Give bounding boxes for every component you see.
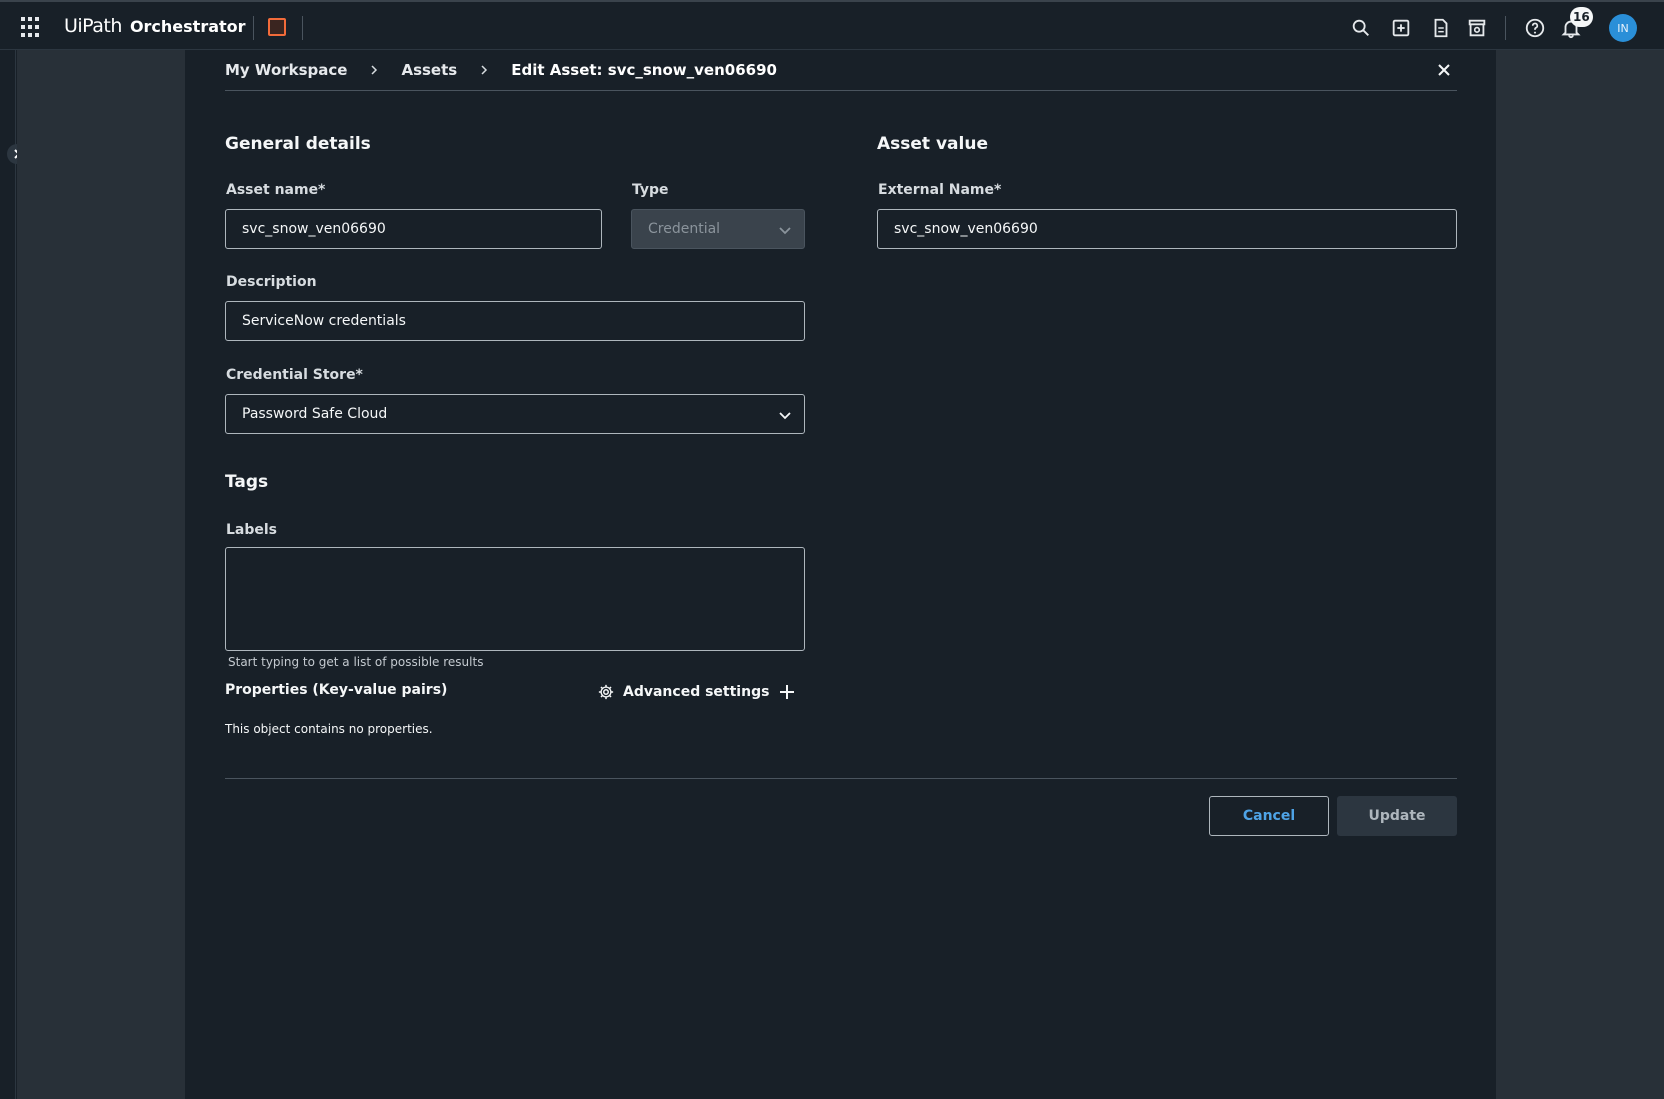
asset-value-title: Asset value [877, 134, 988, 154]
advanced-settings-button[interactable]: Advanced settings [597, 680, 769, 704]
edit-asset-panel: My Workspace Assets Edit Asset: svc_snow… [185, 50, 1496, 1099]
type-value: Credential [648, 221, 721, 237]
gear-icon [598, 684, 614, 700]
top-bar: UiPath Orchestrator 16 IN [0, 0, 1664, 50]
tenant-icon[interactable] [268, 18, 286, 36]
type-label: Type [632, 182, 669, 198]
add-property-button[interactable] [775, 680, 799, 704]
notification-badge[interactable]: 16 [1570, 7, 1593, 27]
left-navigation-rail [0, 50, 16, 1099]
breadcrumb-item-my-workspace[interactable]: My Workspace [225, 61, 347, 79]
tags-title: Tags [225, 472, 269, 492]
breadcrumb: My Workspace Assets Edit Asset: svc_snow… [225, 60, 777, 80]
search-icon[interactable] [1349, 16, 1373, 40]
plus-icon [780, 685, 794, 699]
cancel-button[interactable]: Cancel [1209, 796, 1329, 836]
chevron-down-icon [779, 412, 791, 420]
store-settings-icon[interactable] [1465, 16, 1489, 40]
page-backdrop-left [17, 50, 185, 1099]
app-logo[interactable]: UiPath Orchestrator [64, 14, 246, 38]
external-name-value: svc_snow_ven06690 [894, 221, 1038, 237]
description-label: Description [226, 274, 317, 290]
page-backdrop-right [1496, 50, 1664, 1099]
breadcrumb-item-assets[interactable]: Assets [401, 61, 457, 79]
close-icon [1438, 64, 1450, 76]
credential-store-select[interactable]: Password Safe Cloud [225, 394, 805, 434]
chevron-right-icon [467, 60, 501, 80]
topbar-divider [1505, 16, 1506, 40]
header-divider [225, 90, 1457, 91]
external-name-label: External Name* [878, 182, 1002, 198]
no-properties-text: This object contains no properties. [225, 722, 433, 736]
asset-name-label: Asset name* [226, 182, 326, 198]
advanced-settings-label: Advanced settings [623, 684, 770, 700]
footer-divider [225, 778, 1457, 779]
labels-input[interactable] [225, 547, 805, 651]
properties-title: Properties (Key-value pairs) [225, 682, 448, 698]
topbar-divider [302, 16, 303, 40]
asset-name-value: svc_snow_ven06690 [242, 221, 386, 237]
external-name-input[interactable]: svc_snow_ven06690 [877, 209, 1457, 249]
credential-store-label: Credential Store* [226, 367, 363, 383]
apps-grid-icon[interactable] [20, 17, 40, 37]
labels-label: Labels [226, 522, 278, 538]
add-icon[interactable] [1389, 16, 1413, 40]
asset-name-input[interactable]: svc_snow_ven06690 [225, 209, 602, 249]
help-icon[interactable] [1523, 16, 1547, 40]
close-panel-button[interactable] [1432, 58, 1456, 82]
general-details-title: General details [225, 134, 371, 154]
chevron-right-icon [357, 60, 391, 80]
description-input[interactable]: ServiceNow credentials [225, 301, 805, 341]
chevron-down-icon [779, 227, 791, 235]
logo-product: Orchestrator [129, 16, 246, 36]
document-icon[interactable] [1429, 16, 1453, 40]
description-value: ServiceNow credentials [242, 313, 406, 329]
logo-brand: UiPath [64, 15, 122, 37]
credential-store-value: Password Safe Cloud [242, 406, 388, 422]
breadcrumb-current: Edit Asset: svc_snow_ven06690 [511, 61, 777, 79]
topbar-divider [253, 16, 254, 40]
update-button[interactable]: Update [1337, 796, 1457, 836]
user-avatar[interactable]: IN [1609, 14, 1637, 42]
labels-helper-text: Start typing to get a list of possible r… [228, 655, 484, 669]
type-select: Credential [631, 209, 805, 249]
